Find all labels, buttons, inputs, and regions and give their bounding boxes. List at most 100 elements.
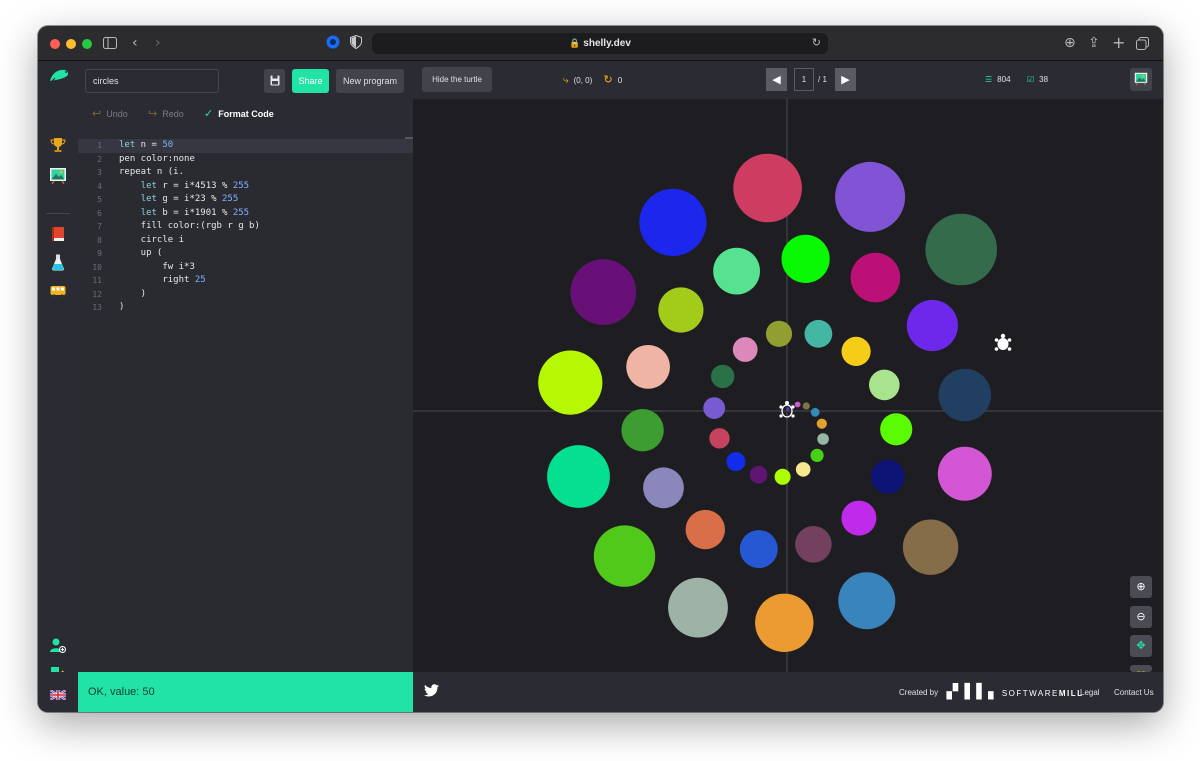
drawn-circle [781,234,830,283]
language-selector[interactable] [38,672,78,712]
turtle-logo-icon[interactable] [48,68,69,88]
rail-divider [46,213,70,214]
code-line[interactable]: 2 pen color:none [78,153,413,167]
code-line[interactable]: 8 circle i [78,234,413,248]
fit-screen-button[interactable]: ⤧ [1130,665,1152,672]
sidebar-toggle-icon[interactable] [103,34,117,54]
code-text: pen color:none [119,153,195,164]
hide-turtle-button[interactable]: Hide the turtle [422,67,492,92]
drawn-circle [810,448,824,462]
lines-count: ☰ 804 [985,73,1011,87]
undo-button[interactable]: ↩ Undo [92,107,128,121]
password-extension-icon[interactable] [326,35,340,54]
drawn-circle [685,509,725,550]
share-button[interactable]: Share [292,69,329,93]
address-bar[interactable]: 🔒 shelly.dev ↻ [372,33,828,54]
turtle-marker-icon [994,333,1012,351]
drawn-circle [703,397,726,419]
drawn-circle [765,320,793,347]
reload-icon[interactable]: ↻ [812,33,821,54]
new-program-button[interactable]: New program [336,69,404,93]
twitter-icon[interactable] [424,684,439,701]
program-name-input[interactable]: circles [85,69,219,93]
close-window-button[interactable] [50,39,60,49]
next-page-button[interactable]: ▶ [835,68,856,91]
drawn-circle [795,462,811,477]
code-line[interactable]: 4 let r = i*4513 % 255 [78,180,413,194]
drawn-circle [838,572,896,630]
redo-button[interactable]: ↪ Redo [148,107,184,121]
contact-us-link[interactable]: Contact Us [1114,687,1154,698]
code-text: let g = i*23 % 255 [140,194,239,204]
line-number: 5 [97,195,102,204]
drawn-circle [835,161,906,232]
gallery-easel-icon[interactable] [48,167,68,187]
line-number: 10 [92,262,102,272]
code-line[interactable]: 12 ) [78,288,413,302]
code-line[interactable]: 6 let b = i*1901 % 255 [78,207,413,221]
page-number-input[interactable]: 1 [794,68,814,91]
format-code-label: Format Code [218,109,274,119]
steps-count: ☑ 38 [1027,73,1048,87]
add-user-icon[interactable] [48,637,68,657]
drawn-circle [938,368,992,422]
drawn-circle [850,252,901,303]
center-turtle-icon: ✥ [1136,639,1146,652]
lock-icon: 🔒 [569,38,581,48]
drawn-circle [786,407,790,411]
code-line[interactable]: 7 fill color:(rgb r g b) [78,220,413,234]
code-text: fw i*3 [119,261,195,272]
save-disk-icon [270,75,280,89]
code-line[interactable]: 13) [78,301,413,315]
forward-icon[interactable]: › [155,34,161,52]
code-line[interactable]: 3 repeat n (i. [78,166,413,180]
code-line[interactable]: 5 let g = i*23 % 255 [78,193,413,207]
format-code-icon: ✓ [204,107,214,120]
url-text: shelly.dev [583,38,631,49]
flask-icon[interactable] [48,254,68,274]
tab-overview-icon[interactable] [1136,34,1149,55]
softwaremill-logo[interactable]: ▗▘▌▌▖ SOFTWAREMILL [941,683,1084,703]
line-number: 11 [92,276,102,285]
gallery-easel-icon [1134,72,1148,89]
code-area[interactable]: 1 let n = 50 2 pen color:none 3 repeat n (i. 4… [78,137,413,672]
drawing-canvas[interactable]: ⊕ ⊖ ✥ ⤧ [413,99,1163,672]
minimize-window-button[interactable] [66,39,76,49]
code-line[interactable]: 9 up ( [78,247,413,261]
new-tab-icon[interactable]: + [1112,34,1125,52]
back-icon[interactable]: ‹ [132,34,138,52]
previous-page-button[interactable]: ◀ [766,68,787,91]
code-line[interactable]: 1 let n = 50 [78,139,413,153]
zoom-out-button[interactable]: ⊖ [1130,606,1152,628]
drawn-circle [937,446,992,501]
code-line[interactable]: 10 fw i*3 [78,261,413,275]
gallery-button[interactable] [1130,68,1152,91]
save-button[interactable] [264,69,285,93]
turtle-position: ⤷ (0, 0) ↻ 0 [563,73,622,88]
line-number: 3 [97,168,102,177]
drawn-circle [621,409,664,452]
book-icon[interactable] [48,226,68,246]
zoom-in-button[interactable]: ⊕ [1130,576,1152,598]
code-line[interactable]: 11 right 25 [78,274,413,288]
drawn-circle [906,299,958,352]
maximize-window-button[interactable] [82,39,92,49]
trophy-icon[interactable] [48,137,68,157]
line-number: 2 [97,154,102,164]
center-turtle-button[interactable]: ✥ [1130,635,1152,657]
shield-icon[interactable] [350,34,362,54]
legal-link[interactable]: Legal [1080,687,1100,698]
drawn-circle [626,345,670,389]
drawn-circle [732,337,758,362]
bus-icon[interactable] [48,283,68,303]
steps-count-value: 38 [1039,75,1049,84]
share-sheet-icon[interactable]: ⇪ [1088,34,1100,52]
line-number: 9 [97,249,102,258]
download-icon[interactable]: ⊕ [1064,34,1076,52]
zoom-in-icon: ⊕ [1136,580,1146,593]
line-number: 4 [97,181,102,191]
format-code-button[interactable]: ✓ Format Code [204,107,274,121]
triangle-right-icon: ▶ [841,73,850,86]
line-number: 12 [92,289,102,299]
drawn-circle [593,525,656,587]
